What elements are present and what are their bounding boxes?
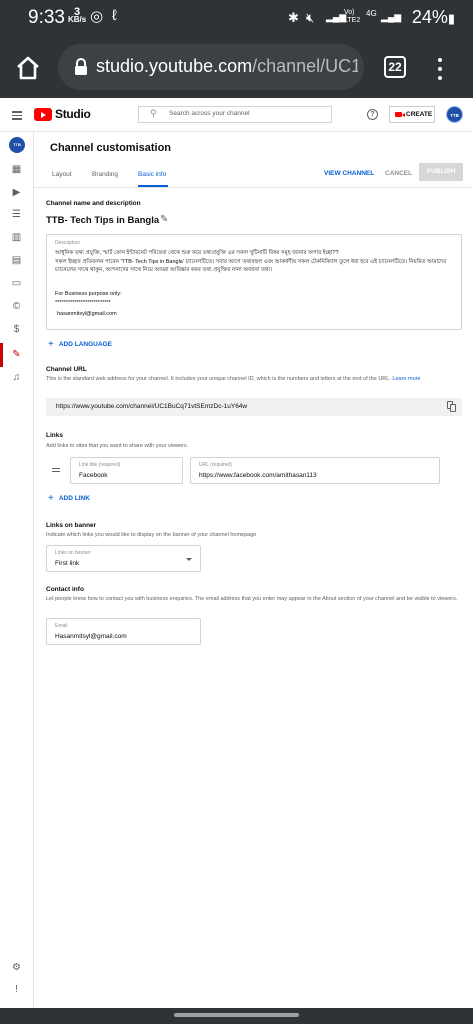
publish-button[interactable]: PUBLISH	[419, 163, 463, 181]
browser-toolbar: studio.youtube.com/channel/UC1B 22	[0, 36, 473, 98]
channel-avatar[interactable]: TTB	[9, 137, 25, 153]
help-icon[interactable]: ?	[367, 109, 378, 120]
description-text: আধুনিক তথ্য প্রযুক্তি, স্মার্ট ফোন ইন্টা…	[55, 250, 447, 273]
name-section-heading: Channel name and description	[46, 200, 141, 207]
plus-icon: +	[48, 339, 54, 350]
network-speed: 3 KB/s	[68, 6, 87, 24]
link-url-value: https://www.facebook.com/amithasan113	[199, 472, 317, 479]
url-text: studio.youtube.com/channel/UC1B	[96, 56, 358, 76]
active-nav-indicator	[0, 343, 3, 367]
search-input[interactable]: ⚲ Search across your channel	[138, 106, 332, 123]
links-on-banner-dropdown[interactable]: Links on banner First link	[46, 545, 201, 572]
network-type: 4G	[366, 9, 377, 18]
search-placeholder: Search across your channel	[169, 110, 250, 117]
account-avatar[interactable]: TTB	[446, 106, 463, 123]
links-section-heading: Links	[46, 432, 63, 439]
battery-icon: ▮	[447, 11, 455, 26]
search-icon: ⚲	[150, 108, 157, 118]
business-text: For Business purpose only: *************…	[55, 291, 122, 306]
playlists-icon[interactable]: ☰	[11, 209, 22, 220]
battery-level: 24%▮	[411, 7, 455, 27]
audio-library-icon[interactable]: ♫	[11, 372, 22, 383]
email-field[interactable]: Email Hasanmitsyl@gmail.com	[46, 618, 201, 645]
contact-section-heading: Contact info	[46, 586, 84, 593]
url-section-heading: Channel URL	[46, 366, 87, 373]
chevron-down-icon	[186, 558, 192, 561]
settings-icon[interactable]: ⚙	[11, 962, 22, 973]
hamburger-menu-icon[interactable]	[12, 111, 22, 122]
phone-app-icon: ℓ	[112, 7, 117, 24]
home-icon[interactable]	[14, 54, 42, 82]
link-title-label: Link title (required)	[79, 462, 121, 468]
analytics-icon[interactable]: ▥	[11, 232, 22, 243]
business-email: hasanmitsyl@gmail.com	[57, 311, 117, 317]
monetization-icon[interactable]: $	[11, 324, 22, 335]
youtube-logo-icon[interactable]	[34, 108, 52, 121]
copyright-icon[interactable]: ©	[11, 301, 22, 312]
content-icon[interactable]: ▶	[11, 187, 22, 198]
channel-name: TTB- Tech Tips in Bangla	[46, 215, 160, 226]
video-camera-icon	[395, 112, 405, 117]
contact-section-description: Let people know how to contact you with …	[46, 596, 458, 602]
banner-section-description: Indicate which links you would like to d…	[46, 532, 257, 538]
lock-icon	[75, 58, 87, 75]
tab-basic-info[interactable]: Basic info	[138, 171, 166, 178]
create-button[interactable]: CREATE	[389, 106, 435, 123]
link-url-field[interactable]: URL (required) https://www.facebook.com/…	[190, 457, 440, 484]
channel-url-field: https://www.youtube.com/channel/UC1BuCq7…	[46, 398, 462, 416]
mute-icon: 🔇︎	[306, 10, 315, 25]
browser-menu-icon[interactable]	[436, 56, 444, 80]
instagram-icon: ◎	[90, 8, 104, 25]
bluetooth-icon: ✱	[288, 10, 299, 25]
status-bar: 9:33 3 KB/s ◎ ℓ ✱ 🔇︎ ▂▄▆ Vo) LTE2 4G ▂▄▆ …	[0, 0, 473, 36]
description-field[interactable]: Description আধুনিক তথ্য প্রযুক্তি, স্মার…	[46, 234, 462, 330]
tabs-divider	[34, 187, 473, 188]
description-label: Description	[55, 240, 81, 246]
add-link-button[interactable]: + ADD LINK	[48, 492, 90, 504]
plus-icon: +	[48, 493, 54, 504]
studio-page: Studio ⚲ Search across your channel ? CR…	[0, 98, 473, 1008]
signal-icon-2: ▂▄▆	[381, 12, 402, 22]
email-value: Hasanmitsyl@gmail.com	[55, 633, 127, 640]
link-title-field[interactable]: Link title (required) Facebook	[70, 457, 183, 484]
page-title: Channel customisation	[50, 142, 172, 154]
studio-header: Studio ⚲ Search across your channel ? CR…	[0, 98, 473, 132]
address-bar[interactable]: studio.youtube.com/channel/UC1B	[58, 44, 364, 90]
gesture-nav-bar	[0, 1008, 473, 1024]
comments-icon[interactable]: ▤	[11, 255, 22, 266]
copy-icon[interactable]	[447, 401, 456, 412]
email-label: Email	[55, 623, 68, 629]
subtitles-icon[interactable]: ▭	[11, 278, 22, 289]
tab-layout[interactable]: Layout	[52, 171, 72, 178]
channel-url-value: https://www.youtube.com/channel/UC1BuCq7…	[56, 403, 248, 410]
add-language-button[interactable]: + ADD LANGUAGE	[48, 338, 112, 350]
link-url-label: URL (required)	[199, 462, 232, 468]
sidebar: TTB ▦ ▶ ☰ ▥ ▤ ▭ © $ ✎ ♫ ⚙ !	[0, 132, 34, 1008]
banner-section-heading: Links on banner	[46, 522, 97, 529]
tab-branding[interactable]: Branding	[92, 171, 118, 178]
feedback-icon[interactable]: !	[11, 984, 22, 995]
banner-dropdown-label: Links on banner	[55, 550, 91, 556]
url-section-description: This is the standard web address for you…	[46, 376, 421, 382]
link-title-value: Facebook	[79, 472, 108, 479]
view-channel-button[interactable]: VIEW CHANNEL	[324, 170, 374, 177]
tab-switcher-button[interactable]: 22	[384, 56, 406, 78]
drag-handle-icon[interactable]	[52, 468, 60, 474]
edit-pencil-icon[interactable]: ✎	[160, 214, 168, 225]
dashboard-icon[interactable]: ▦	[11, 164, 22, 175]
banner-dropdown-value: First link	[55, 560, 80, 567]
studio-logo-text[interactable]: Studio	[55, 107, 91, 121]
volte-indicator: Vo) LTE2	[344, 9, 361, 24]
links-section-description: Add links to sites that you want to shar…	[46, 443, 189, 449]
cancel-button[interactable]: CANCEL	[385, 170, 412, 177]
status-time: 9:33	[28, 7, 65, 28]
home-gesture-handle[interactable]	[174, 1013, 299, 1017]
main-content: Channel customisation Layout Branding Ba…	[34, 132, 473, 1008]
customisation-icon[interactable]: ✎	[11, 349, 22, 360]
create-label: CREATE	[406, 111, 433, 118]
learn-more-link[interactable]: Learn more	[392, 376, 420, 382]
